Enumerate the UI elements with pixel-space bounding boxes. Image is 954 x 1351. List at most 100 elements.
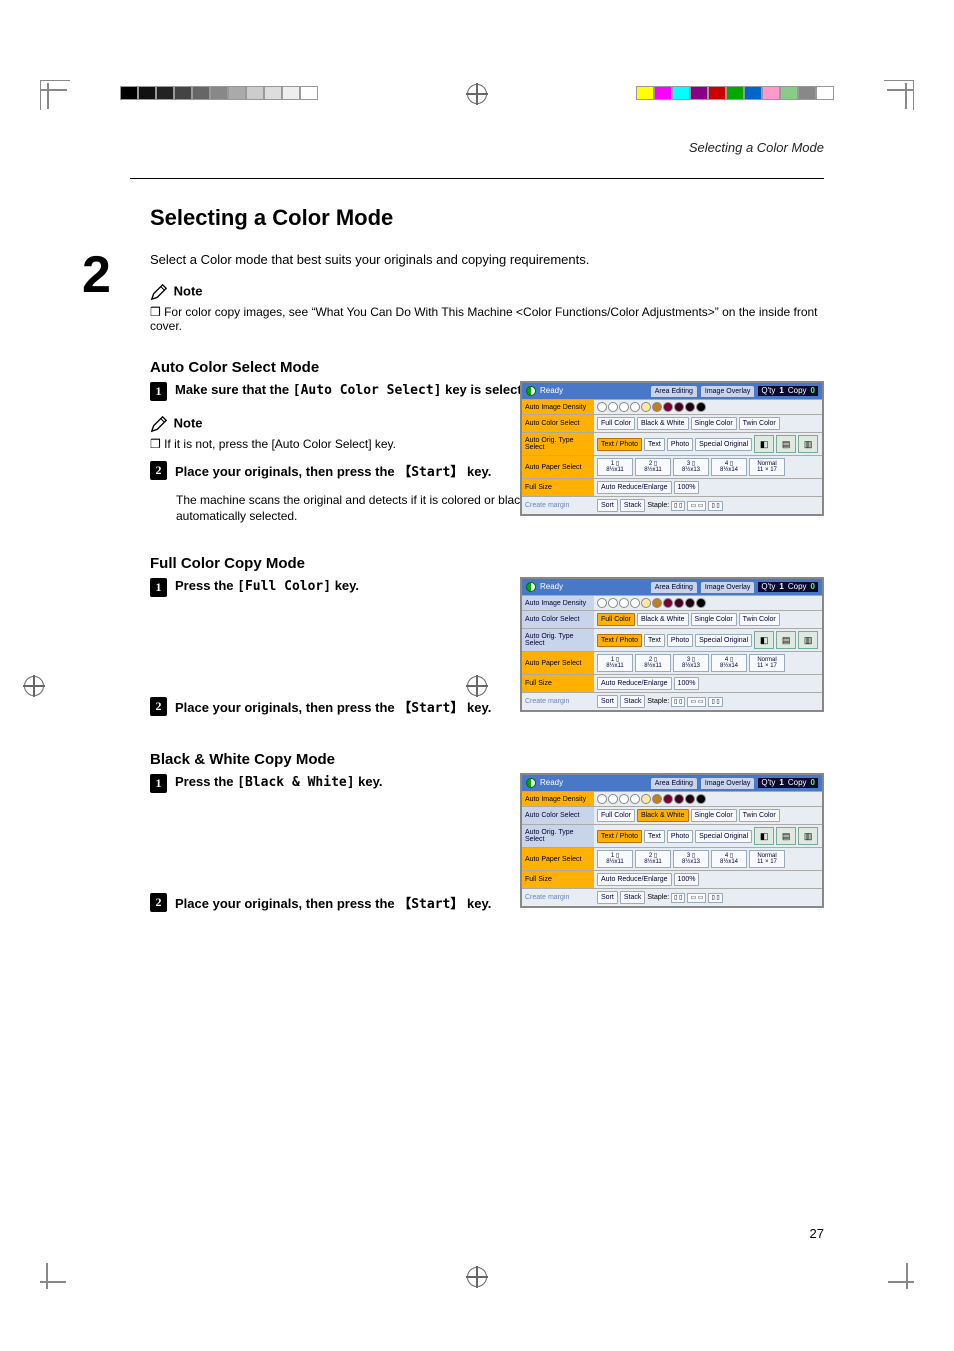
opt-special-original[interactable]: Special Original bbox=[695, 634, 752, 647]
tray-4[interactable]: 4 ▯8½x14 bbox=[711, 654, 747, 672]
tab-image-overlay[interactable]: Image Overlay bbox=[701, 778, 755, 789]
tray-bypass[interactable]: Normal11 × 17 bbox=[749, 458, 785, 476]
tray-2[interactable]: 2 ▯8½x11 bbox=[635, 850, 671, 868]
row-paper-select[interactable]: Auto Paper Select bbox=[522, 456, 594, 478]
staple-pos-icon[interactable]: ▯ ▯ bbox=[708, 697, 722, 707]
opt-bw[interactable]: Black & White bbox=[637, 809, 689, 822]
tray-4[interactable]: 4 ▯8½x14 bbox=[711, 850, 747, 868]
tray-3[interactable]: 3 ▯8½x13 bbox=[673, 458, 709, 476]
opt-bw[interactable]: Black & White bbox=[637, 613, 689, 626]
row-orig-type[interactable]: Auto Orig. Type Select bbox=[522, 629, 594, 651]
density-scale[interactable] bbox=[594, 596, 822, 610]
tray-bypass[interactable]: Normal11 × 17 bbox=[749, 654, 785, 672]
tray-3[interactable]: 3 ▯8½x13 bbox=[673, 850, 709, 868]
opt-twin-color[interactable]: Twin Color bbox=[739, 417, 780, 430]
row-auto-color-select[interactable]: Auto Color Select bbox=[522, 807, 594, 824]
note-label: Note bbox=[174, 284, 203, 299]
orientation-icon[interactable]: ▥ bbox=[798, 631, 818, 649]
opt-stack[interactable]: Stack bbox=[620, 695, 646, 708]
staple-pos-icon[interactable]: ▯ ▯ bbox=[671, 893, 685, 903]
running-header: Selecting a Color Mode bbox=[689, 140, 824, 155]
opt-reduce-enlarge[interactable]: Auto Reduce/Enlarge bbox=[597, 481, 672, 494]
row-full-size[interactable]: Full Size bbox=[522, 479, 594, 496]
orientation-icon[interactable]: ▤ bbox=[776, 435, 796, 453]
tray-3[interactable]: 3 ▯8½x13 bbox=[673, 654, 709, 672]
opt-single-color[interactable]: Single Color bbox=[691, 417, 737, 430]
opt-photo[interactable]: Photo bbox=[667, 830, 693, 843]
tab-area-editing[interactable]: Area Editing bbox=[651, 582, 697, 593]
orientation-icon[interactable]: ▥ bbox=[798, 435, 818, 453]
opt-zoom-pct[interactable]: 100% bbox=[674, 481, 700, 494]
tab-image-overlay[interactable]: Image Overlay bbox=[701, 386, 755, 397]
row-auto-color-select[interactable]: Auto Color Select bbox=[522, 611, 594, 628]
opt-bw[interactable]: Black & White bbox=[637, 417, 689, 430]
opt-single-color[interactable]: Single Color bbox=[691, 613, 737, 626]
registration-mark-icon bbox=[467, 1267, 487, 1287]
row-image-density[interactable]: Auto Image Density bbox=[522, 400, 594, 414]
row-full-size[interactable]: Full Size bbox=[522, 675, 594, 692]
opt-text[interactable]: Text bbox=[644, 830, 665, 843]
opt-photo[interactable]: Photo bbox=[667, 634, 693, 647]
tray-2[interactable]: 2 ▯8½x11 bbox=[635, 654, 671, 672]
tray-1[interactable]: 1 ▯8½x11 bbox=[597, 654, 633, 672]
row-create-margin[interactable]: Create margin bbox=[522, 497, 594, 514]
staple-pos-icon[interactable]: ▯ ▯ bbox=[671, 501, 685, 511]
opt-sort[interactable]: Sort bbox=[597, 499, 618, 512]
tray-1[interactable]: 1 ▯8½x11 bbox=[597, 458, 633, 476]
opt-twin-color[interactable]: Twin Color bbox=[739, 809, 780, 822]
row-full-size[interactable]: Full Size bbox=[522, 871, 594, 888]
opt-full-color[interactable]: Full Color bbox=[597, 809, 635, 822]
tab-image-overlay[interactable]: Image Overlay bbox=[701, 582, 755, 593]
opt-stack[interactable]: Stack bbox=[620, 891, 646, 904]
opt-zoom-pct[interactable]: 100% bbox=[674, 677, 700, 690]
orientation-icon[interactable]: ▤ bbox=[776, 827, 796, 845]
row-create-margin[interactable]: Create margin bbox=[522, 693, 594, 710]
orientation-icon[interactable]: ◧ bbox=[754, 631, 774, 649]
row-orig-type[interactable]: Auto Orig. Type Select bbox=[522, 825, 594, 847]
opt-full-color[interactable]: Full Color bbox=[597, 613, 635, 626]
staple-pos-icon[interactable]: ▭ ▭ bbox=[687, 501, 706, 511]
opt-sort[interactable]: Sort bbox=[597, 891, 618, 904]
opt-sort[interactable]: Sort bbox=[597, 695, 618, 708]
density-scale[interactable] bbox=[594, 400, 822, 414]
opt-single-color[interactable]: Single Color bbox=[691, 809, 737, 822]
tray-4[interactable]: 4 ▯8½x14 bbox=[711, 458, 747, 476]
opt-text-photo[interactable]: Text / Photo bbox=[597, 634, 642, 647]
row-paper-select[interactable]: Auto Paper Select bbox=[522, 652, 594, 674]
opt-text-photo[interactable]: Text / Photo bbox=[597, 438, 642, 451]
tray-bypass[interactable]: Normal11 × 17 bbox=[749, 850, 785, 868]
tab-area-editing[interactable]: Area Editing bbox=[651, 386, 697, 397]
row-auto-color-select[interactable]: Auto Color Select bbox=[522, 415, 594, 432]
row-create-margin[interactable]: Create margin bbox=[522, 889, 594, 906]
staple-pos-icon[interactable]: ▭ ▭ bbox=[687, 697, 706, 707]
opt-special-original[interactable]: Special Original bbox=[695, 438, 752, 451]
orientation-icon[interactable]: ▤ bbox=[776, 631, 796, 649]
opt-twin-color[interactable]: Twin Color bbox=[739, 613, 780, 626]
density-scale[interactable] bbox=[594, 792, 822, 806]
row-orig-type[interactable]: Auto Orig. Type Select bbox=[522, 433, 594, 455]
tray-2[interactable]: 2 ▯8½x11 bbox=[635, 458, 671, 476]
opt-stack[interactable]: Stack bbox=[620, 499, 646, 512]
staple-pos-icon[interactable]: ▭ ▭ bbox=[687, 893, 706, 903]
tab-area-editing[interactable]: Area Editing bbox=[651, 778, 697, 789]
staple-pos-icon[interactable]: ▯ ▯ bbox=[708, 893, 722, 903]
opt-photo[interactable]: Photo bbox=[667, 438, 693, 451]
opt-special-original[interactable]: Special Original bbox=[695, 830, 752, 843]
row-image-density[interactable]: Auto Image Density bbox=[522, 596, 594, 610]
row-paper-select[interactable]: Auto Paper Select bbox=[522, 848, 594, 870]
orientation-icon[interactable]: ◧ bbox=[754, 435, 774, 453]
crop-mark-icon bbox=[40, 80, 70, 110]
opt-text[interactable]: Text bbox=[644, 634, 665, 647]
opt-reduce-enlarge[interactable]: Auto Reduce/Enlarge bbox=[597, 873, 672, 886]
staple-pos-icon[interactable]: ▯ ▯ bbox=[708, 501, 722, 511]
opt-reduce-enlarge[interactable]: Auto Reduce/Enlarge bbox=[597, 677, 672, 690]
tray-1[interactable]: 1 ▯8½x11 bbox=[597, 850, 633, 868]
orientation-icon[interactable]: ◧ bbox=[754, 827, 774, 845]
orientation-icon[interactable]: ▥ bbox=[798, 827, 818, 845]
row-image-density[interactable]: Auto Image Density bbox=[522, 792, 594, 806]
opt-full-color[interactable]: Full Color bbox=[597, 417, 635, 430]
opt-text[interactable]: Text bbox=[644, 438, 665, 451]
opt-text-photo[interactable]: Text / Photo bbox=[597, 830, 642, 843]
staple-pos-icon[interactable]: ▯ ▯ bbox=[671, 697, 685, 707]
opt-zoom-pct[interactable]: 100% bbox=[674, 873, 700, 886]
